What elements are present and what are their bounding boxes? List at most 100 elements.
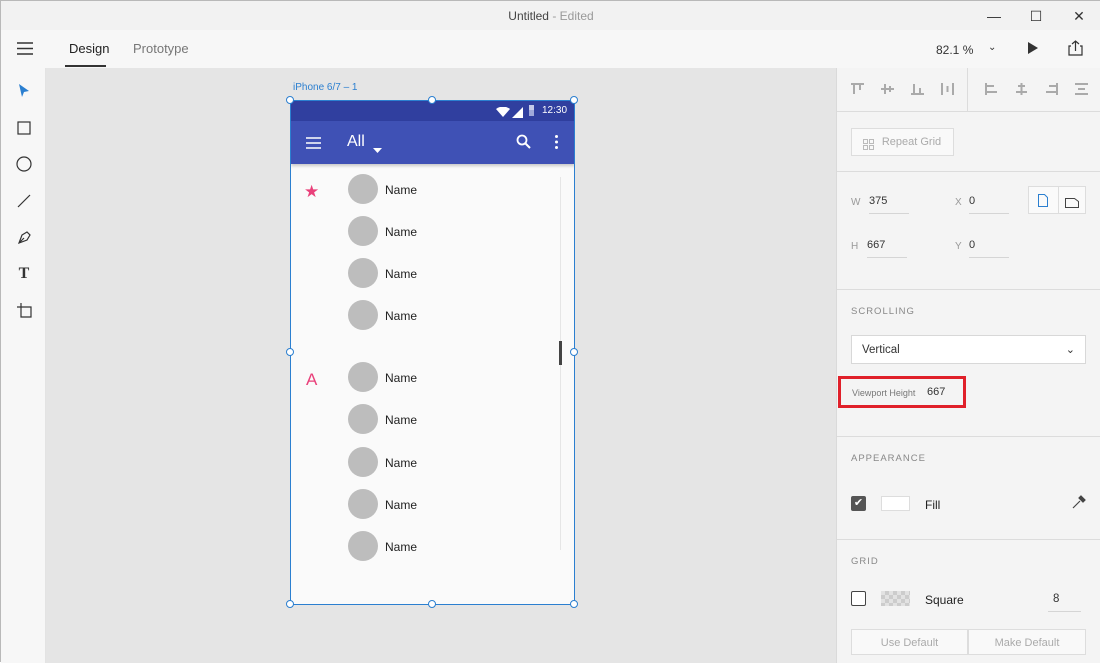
app-bar: All <box>291 121 574 164</box>
artboard[interactable]: 12:30 All ★ A Name Name Name Name Name N… <box>290 100 575 605</box>
artboard-name-label[interactable]: iPhone 6/7 – 1 <box>293 82 358 93</box>
list-item[interactable]: Name <box>385 540 417 554</box>
list-item[interactable]: Name <box>385 456 417 470</box>
design-canvas[interactable]: iPhone 6/7 – 1 12:30 All ★ A Name Name N… <box>46 68 836 663</box>
hamburger-menu-icon[interactable] <box>17 42 33 60</box>
x-input[interactable]: 0 <box>969 195 1009 214</box>
status-time: 12:30 <box>542 105 568 116</box>
align-center-icon[interactable] <box>1015 83 1028 95</box>
width-input[interactable]: 375 <box>869 195 909 214</box>
title-bar: Untitled - Edited — ☐ ✕ <box>1 1 1100 30</box>
resize-handle[interactable] <box>570 96 578 104</box>
scroll-thumb[interactable] <box>559 341 562 365</box>
distribute-horizontal-icon[interactable] <box>1075 83 1088 95</box>
more-options-icon[interactable] <box>555 135 558 154</box>
avatar <box>348 216 378 246</box>
avatar <box>348 447 378 477</box>
landscape-icon[interactable] <box>1065 195 1079 213</box>
rectangle-tool-icon[interactable] <box>13 117 35 139</box>
list-item[interactable]: Name <box>385 413 417 427</box>
artboard-tool-icon[interactable] <box>13 299 35 321</box>
favorites-star-icon: ★ <box>304 182 320 201</box>
maximize-button[interactable]: ☐ <box>1013 5 1059 27</box>
zoom-chevron-down-icon[interactable]: ⌄ <box>988 42 996 53</box>
pen-tool-icon[interactable] <box>13 226 35 248</box>
list-item[interactable]: Name <box>385 309 417 323</box>
tab-prototype[interactable]: Prototype <box>133 41 189 56</box>
app-menu-icon[interactable] <box>306 136 321 154</box>
grid-color-swatch[interactable] <box>881 591 910 606</box>
resize-handle[interactable] <box>570 348 578 356</box>
top-toolbar: Design Prototype 82.1 % ⌄ <box>1 30 1100 68</box>
avatar <box>348 404 378 434</box>
divider <box>967 68 968 111</box>
align-horizontal-group <box>985 83 1088 95</box>
minimize-button[interactable]: — <box>971 5 1017 27</box>
divider <box>837 436 1100 437</box>
play-preview-icon[interactable] <box>1027 41 1039 60</box>
grid-type-label[interactable]: Square <box>925 593 964 607</box>
tab-design[interactable]: Design <box>69 41 109 56</box>
share-icon[interactable] <box>1068 40 1083 61</box>
x-label: X <box>955 197 962 208</box>
align-right-icon[interactable] <box>1045 83 1058 95</box>
appearance-section-label: APPEARANCE <box>851 453 926 464</box>
use-default-button[interactable]: Use Default <box>851 629 968 655</box>
zoom-level[interactable]: 82.1 % <box>936 43 973 57</box>
height-label: H <box>851 241 859 252</box>
y-input[interactable]: 0 <box>969 239 1009 258</box>
fill-checkbox[interactable]: ✔ <box>851 496 866 511</box>
edited-status: - Edited <box>552 9 594 23</box>
dropdown-arrow-icon[interactable] <box>373 140 382 158</box>
avatar <box>348 300 378 330</box>
list-item[interactable]: Name <box>385 225 417 239</box>
resize-handle[interactable] <box>570 600 578 608</box>
resize-handle[interactable] <box>286 96 294 104</box>
divider <box>837 111 1100 112</box>
resize-handle[interactable] <box>286 348 294 356</box>
close-button[interactable]: ✕ <box>1056 5 1100 27</box>
scrolling-section-label: SCROLLING <box>851 306 915 317</box>
scrolling-dropdown[interactable]: Vertical ⌄ <box>851 335 1086 364</box>
viewport-height-label: Viewport Height <box>852 388 916 398</box>
line-tool-icon[interactable] <box>13 190 35 212</box>
tools-sidebar: T <box>1 68 46 663</box>
list-item[interactable]: Name <box>385 183 417 197</box>
height-input[interactable]: 667 <box>867 239 907 258</box>
app-window: Untitled - Edited — ☐ ✕ Design Prototype… <box>0 0 1100 663</box>
status-bar: 12:30 <box>291 101 574 121</box>
width-label: W <box>851 197 861 208</box>
distribute-icon[interactable] <box>941 83 954 95</box>
list-item[interactable]: Name <box>385 267 417 281</box>
orientation-toggle <box>1028 186 1086 214</box>
portrait-icon[interactable] <box>1038 194 1048 212</box>
grid-size-input[interactable]: 8 <box>1048 593 1081 612</box>
fill-color-swatch[interactable] <box>881 496 910 511</box>
battery-icon <box>529 105 534 116</box>
list-item[interactable]: Name <box>385 371 417 385</box>
align-bottom-icon[interactable] <box>911 83 924 95</box>
align-left-icon[interactable] <box>985 83 998 95</box>
app-bar-title[interactable]: All <box>347 133 365 151</box>
viewport-height-input[interactable]: 667 <box>927 386 945 398</box>
window-title: Untitled - Edited <box>1 9 1100 23</box>
divider <box>837 171 1100 172</box>
section-letter: A <box>306 370 318 389</box>
make-default-button[interactable]: Make Default <box>968 629 1086 655</box>
align-middle-icon[interactable] <box>881 83 894 95</box>
resize-handle[interactable] <box>428 96 436 104</box>
ellipse-tool-icon[interactable] <box>13 153 35 175</box>
resize-handle[interactable] <box>428 600 436 608</box>
grid-checkbox[interactable] <box>851 591 866 606</box>
text-tool-icon[interactable]: T <box>13 263 35 285</box>
eyedropper-icon[interactable] <box>1072 495 1086 514</box>
scrolling-value: Vertical <box>862 344 900 356</box>
select-tool-icon[interactable] <box>13 80 35 102</box>
repeat-grid-label: Repeat Grid <box>881 136 942 148</box>
resize-handle[interactable] <box>286 600 294 608</box>
search-icon[interactable] <box>516 134 531 154</box>
property-inspector: Repeat Grid W 375 X 0 H 667 Y 0 SCROLLIN… <box>836 68 1100 663</box>
list-item[interactable]: Name <box>385 498 417 512</box>
align-top-icon[interactable] <box>851 83 864 95</box>
divider <box>1058 187 1059 213</box>
